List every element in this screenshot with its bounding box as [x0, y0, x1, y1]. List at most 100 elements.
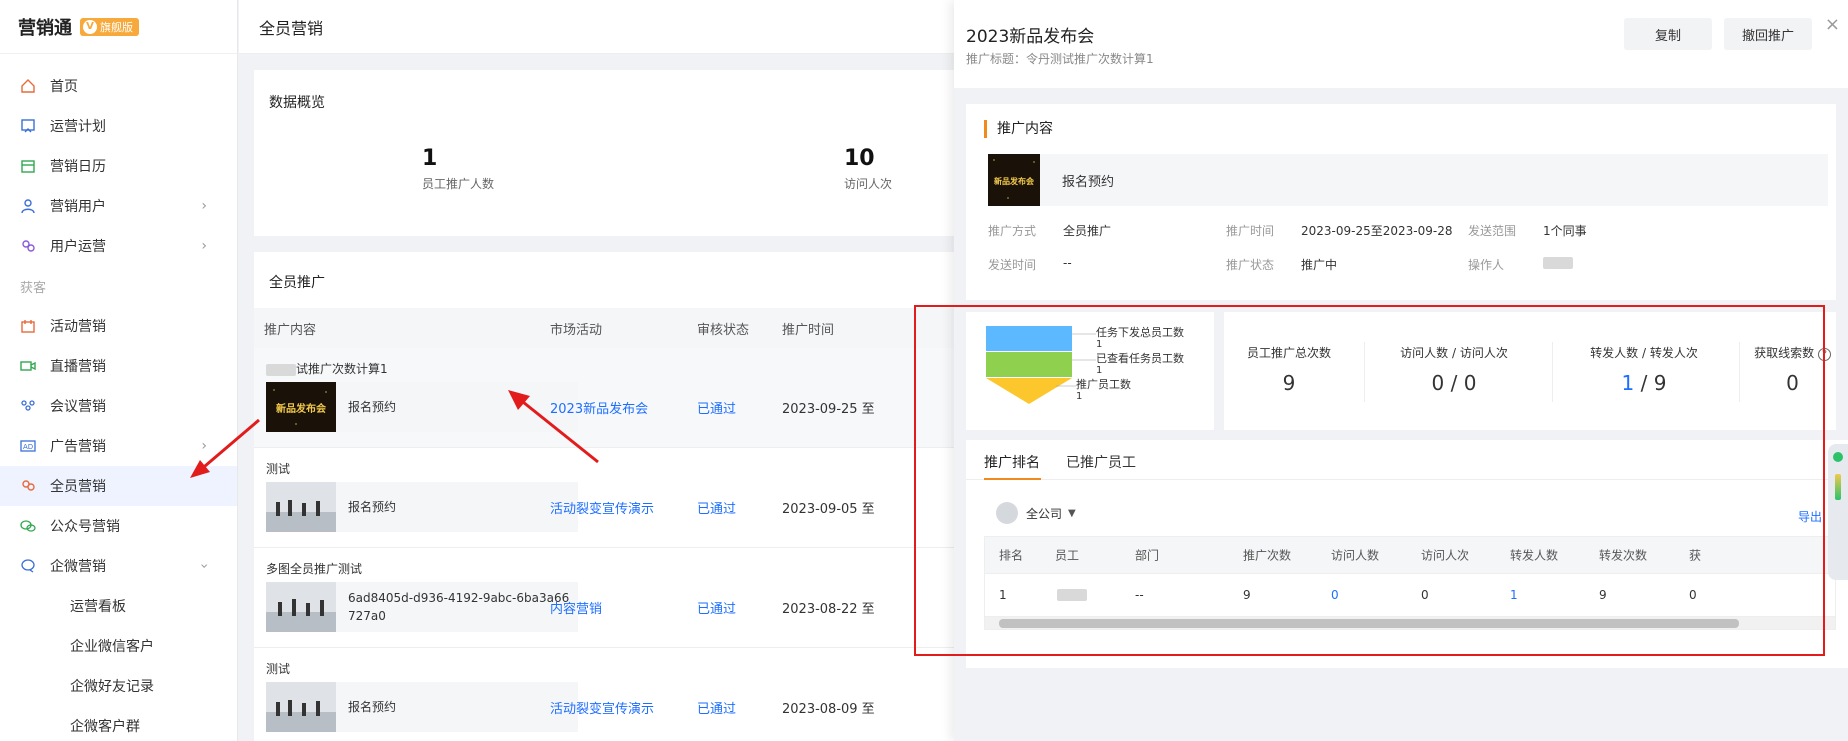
info-value: 全员推广 — [1063, 224, 1112, 238]
promo-content-card: 推广内容 新品发布会 报名预约 推广方式 全员推广 推广时间 2023-09-2… — [966, 104, 1836, 300]
sidebar-item-official-account[interactable]: 公众号营销 — [0, 506, 237, 546]
sidebar-item-label: 企微营销 — [50, 559, 106, 575]
edition-label: 旗舰版 — [100, 20, 133, 34]
sidebar-subitem-wecom-groups[interactable]: 企微客户群 — [0, 706, 237, 741]
sidebar-item-label: 公众号营销 — [50, 519, 120, 535]
chevron-down-icon: › — [196, 563, 213, 569]
time-text: 2023-08-22 至 — [782, 602, 875, 617]
drawer-title: 2023新品发布会 — [966, 27, 1095, 47]
status-text: 已通过 — [697, 502, 737, 517]
gauge-icon — [1835, 474, 1841, 500]
status-text: 已通过 — [697, 702, 737, 717]
section-title: 推广内容 — [984, 120, 1053, 138]
close-icon[interactable]: × — [1825, 14, 1840, 35]
row-media: 报名预约 — [266, 482, 578, 532]
sidebar: 营销通 V 旗舰版 首页 运营计划 营销日历 营销用户 › 用户运营 › 获客 … — [0, 0, 238, 741]
row-media: 6ad8405d-d936-4192-9abc-6ba3a66727a0 — [266, 582, 578, 632]
status-text: 已通过 — [697, 602, 737, 617]
ad-icon: AD — [20, 438, 36, 454]
event-thumbnail: 新品发布会 — [988, 154, 1040, 206]
copy-button[interactable]: 复制 — [1624, 18, 1712, 50]
stat-value: 10 — [844, 146, 875, 171]
photo-thumbnail — [266, 582, 336, 632]
plan-icon — [20, 118, 36, 134]
user-ops-icon — [20, 238, 36, 254]
info-key: 推广时间 — [1226, 224, 1275, 238]
drawer-subtitle: 推广标题：令丹测试推广次数计算1 — [966, 52, 1154, 66]
staff-icon — [20, 478, 36, 494]
sidebar-subitem-ops-board[interactable]: 运营看板 — [0, 586, 237, 626]
wechat-icon — [20, 518, 36, 534]
column-header: 推广时间 — [782, 322, 835, 338]
calendar-icon — [20, 158, 36, 174]
event-thumbnail: 新品发布会 — [266, 382, 336, 432]
sidebar-item-live-marketing[interactable]: 直播营销 — [0, 346, 237, 386]
row-media: 报名预约 — [266, 682, 578, 732]
time-text: 2023-09-25 至 — [782, 402, 875, 417]
info-value: 1个同事 — [1543, 224, 1587, 238]
wecom-icon — [20, 558, 36, 574]
activity-link[interactable]: 2023新品发布会 — [550, 398, 648, 417]
row-title: 测试 — [266, 462, 291, 476]
sidebar-item-label: 首页 — [50, 79, 78, 95]
floating-side-widget[interactable] — [1828, 444, 1848, 580]
row-title-text: 试推广次数计算1 — [296, 362, 388, 376]
table-row[interactable]: 试推广次数计算1 新品发布会 报名预约 2023新品发布会 已通过 2023-0… — [254, 348, 954, 448]
sidebar-item-all-staff-marketing[interactable]: 全员营销 — [0, 466, 237, 506]
sidebar-item-label: 营销日历 — [50, 159, 106, 175]
table-header: 推广内容 市场活动 审核状态 推广时间 — [254, 308, 954, 348]
time-text: 2023-08-09 至 — [782, 702, 875, 717]
sidebar-item-users[interactable]: 营销用户 › — [0, 186, 237, 226]
chevron-right-icon: › — [201, 238, 207, 254]
activity-link[interactable]: 活动裂变宣传演示 — [550, 498, 654, 517]
sidebar-item-label: 活动营销 — [50, 319, 106, 335]
sidebar-item-ops-plan[interactable]: 运营计划 — [0, 106, 237, 146]
info-time: 推广时间 2023-09-25至2023-09-28 — [1226, 222, 1452, 239]
sidebar-item-label: 用户运营 — [50, 239, 106, 255]
table-row[interactable]: 多图全员推广测试 6ad8405d-d936-4192-9abc-6ba3a66… — [254, 548, 954, 648]
sidebar-item-calendar[interactable]: 营销日历 — [0, 146, 237, 186]
thumbnail-text: 新品发布会 — [276, 402, 326, 415]
media-text: 6ad8405d-d936-4192-9abc-6ba3a66727a0 — [348, 591, 570, 623]
sidebar-subitem-wecom-friends[interactable]: 企微好友记录 — [0, 666, 237, 706]
sidebar-item-meeting-marketing[interactable]: 会议营销 — [0, 386, 237, 426]
content-text: 报名预约 — [1062, 174, 1115, 190]
stat-staff-count: 1 员工推广人数 — [422, 146, 494, 192]
info-method: 推广方式 全员推广 — [988, 222, 1111, 239]
content-box: 新品发布会 报名预约 — [988, 154, 1828, 206]
column-header: 市场活动 — [550, 322, 603, 338]
sidebar-item-label: 广告营销 — [50, 439, 106, 455]
sidebar-item-event-marketing[interactable]: 活动营销 — [0, 306, 237, 346]
info-operator: 操作人 — [1468, 256, 1573, 273]
info-value: 推广中 — [1301, 258, 1338, 272]
activity-link[interactable]: 活动裂变宣传演示 — [550, 698, 654, 717]
row-title: 测试 — [266, 662, 291, 676]
operator-avatar-blurred — [1543, 257, 1573, 269]
sidebar-item-user-ops[interactable]: 用户运营 › — [0, 226, 237, 266]
svg-text:AD: AD — [23, 443, 33, 451]
table-row[interactable]: 测试 报名预约 活动裂变宣传演示 已通过 2023-08-09 至 — [254, 648, 954, 741]
sidebar-item-wecom-marketing[interactable]: 企微营销 › — [0, 546, 237, 586]
sidebar-item-ad-marketing[interactable]: AD 广告营销 › — [0, 426, 237, 466]
edition-badge: V 旗舰版 — [80, 17, 139, 36]
table-row[interactable]: 测试 报名预约 活动裂变宣传演示 已通过 2023-09-05 至 — [254, 448, 954, 548]
stat-value: 1 — [422, 146, 438, 171]
info-value: 2023-09-25至2023-09-28 — [1301, 224, 1453, 238]
sidebar-subitem-wecom-customers[interactable]: 企业微信客户 — [0, 626, 237, 666]
overview-title: 数据概览 — [269, 95, 325, 111]
info-range: 发送范围 1个同事 — [1468, 222, 1587, 239]
sidebar-item-home[interactable]: 首页 — [0, 66, 237, 106]
brand: 营销通 V 旗舰版 — [0, 0, 237, 54]
media-text: 报名预约 — [348, 700, 397, 714]
sidebar-item-label: 营销用户 — [50, 199, 106, 215]
meeting-icon — [20, 398, 36, 414]
activity-link[interactable]: 内容营销 — [550, 598, 602, 617]
revoke-promotion-button[interactable]: 撤回推广 — [1724, 18, 1812, 50]
photo-thumbnail — [266, 482, 336, 532]
info-key: 发送时间 — [988, 258, 1037, 272]
page-title: 全员营销 — [239, 0, 954, 54]
highlight-box — [914, 305, 1825, 656]
info-status: 推广状态 推广中 — [1226, 256, 1337, 273]
event-icon — [20, 318, 36, 334]
sidebar-item-label: 全员营销 — [50, 479, 106, 495]
